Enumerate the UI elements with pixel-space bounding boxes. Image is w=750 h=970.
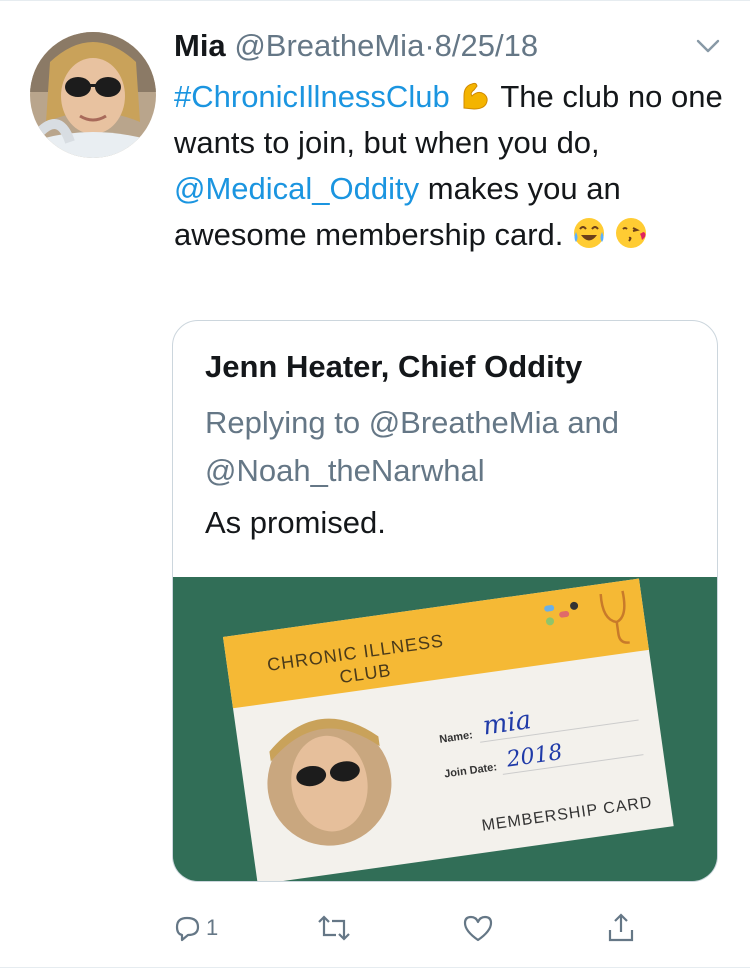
reply-button[interactable]: 1 [172, 900, 218, 956]
author-name[interactable]: Mia [174, 28, 226, 63]
quoted-tweet[interactable]: Jenn Heater, Chief Oddity Replying to @B… [172, 320, 718, 882]
avatar[interactable] [30, 32, 156, 158]
tweet-header: Mia @BreatheMia·8/25/18 [174, 26, 538, 66]
membership-card-photo[interactable]: CHRONIC ILLNESS CLUB Name: mia Join Date… [173, 577, 717, 881]
share-button[interactable] [606, 900, 636, 956]
replying-to-label: Replying to @BreatheMia and [205, 405, 620, 440]
like-button[interactable] [462, 900, 494, 956]
tweet-date[interactable]: 8/25/18 [435, 28, 538, 63]
joy-icon [574, 218, 605, 248]
share-icon [608, 913, 634, 942]
heart-icon [463, 915, 493, 942]
hashtag-link[interactable]: #ChronicIllnessClub [174, 79, 450, 114]
top-divider [0, 0, 750, 1]
tweet-text: #ChronicIllnessClub The club no one want… [174, 74, 734, 258]
reply-icon [175, 916, 200, 942]
quoted-text: As promised. [205, 505, 386, 540]
chevron-down-icon[interactable] [694, 34, 722, 58]
replying-to-handle: @Noah_theNarwhal [205, 453, 485, 488]
quoted-author-name: Jenn Heater, Chief Oddity [205, 349, 583, 384]
bottom-divider [0, 967, 750, 968]
action-bar: 1 [0, 900, 750, 956]
retweet-button[interactable] [316, 900, 352, 956]
flexed-biceps-icon [463, 82, 488, 110]
separator-dot: · [424, 28, 435, 63]
retweet-icon [318, 915, 350, 941]
kissing-heart-icon [615, 218, 646, 248]
author-handle[interactable]: @BreatheMia [234, 28, 424, 63]
reply-count: 1 [206, 915, 219, 940]
quoted-replying-to: Replying to @BreatheMia and @Noah_theNar… [205, 399, 695, 495]
mention-link[interactable]: @Medical_Oddity [174, 171, 419, 206]
